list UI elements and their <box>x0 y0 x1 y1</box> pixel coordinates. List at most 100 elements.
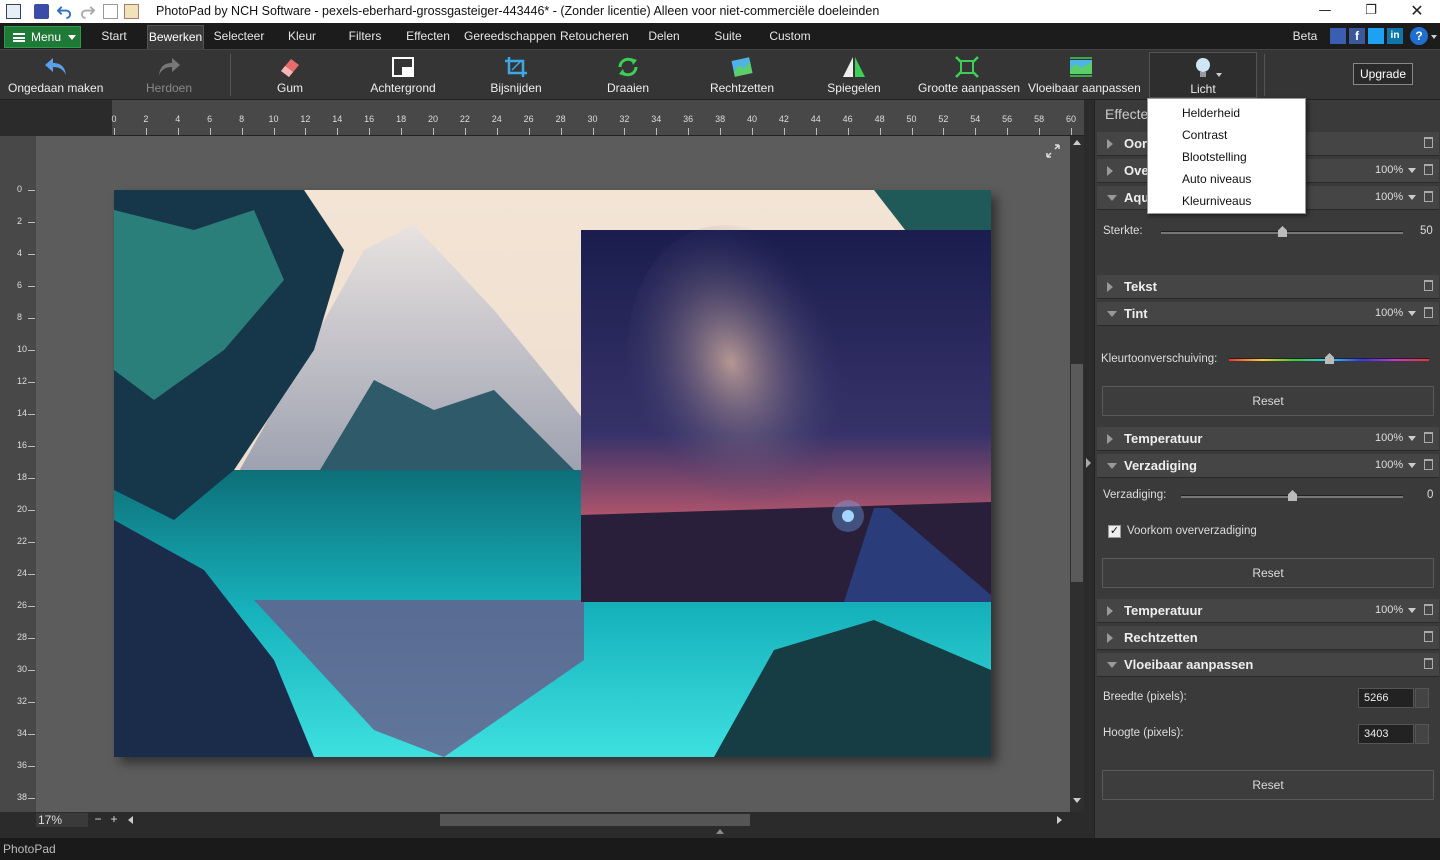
width-stepper[interactable] <box>1415 688 1429 708</box>
section-verzadiging[interactable]: Verzadiging 100% <box>1097 454 1439 478</box>
canvas-area[interactable] <box>36 136 1070 812</box>
trash-icon[interactable] <box>1424 631 1433 642</box>
toolbar-separator <box>1264 54 1265 96</box>
vertical-scroll-thumb[interactable] <box>1071 364 1083 582</box>
zoom-level[interactable]: 17% <box>36 813 88 827</box>
section-temperatuur[interactable]: Temperatuur 100% <box>1097 427 1439 451</box>
main-menu-button[interactable]: Menu <box>4 26 81 48</box>
tab-bewerken[interactable]: Bewerken <box>147 25 204 49</box>
opacity-dropdown[interactable]: 100% <box>1375 307 1417 319</box>
photo-mountain-lake[interactable] <box>114 190 991 757</box>
section-rechtzetten[interactable]: Rechtzetten <box>1097 626 1439 650</box>
menu-item-auto-niveaus[interactable]: Auto niveaus <box>1182 172 1251 186</box>
twitter-icon[interactable] <box>1368 28 1384 44</box>
strength-slider[interactable] <box>1161 226 1403 237</box>
mirror-button[interactable]: Spiegelen <box>822 52 886 98</box>
tab-selecteer[interactable]: Selecteer <box>209 25 269 49</box>
opacity-dropdown[interactable]: 100% <box>1375 432 1417 444</box>
slider-thumb[interactable] <box>1288 490 1297 501</box>
scroll-up-icon[interactable] <box>1073 140 1081 145</box>
opacity-dropdown[interactable]: 100% <box>1375 459 1417 471</box>
new-file-icon[interactable] <box>103 4 118 19</box>
facebook-icon[interactable]: f <box>1349 28 1365 44</box>
redo-quick-icon[interactable] <box>80 4 95 19</box>
thumbs-up-icon[interactable] <box>1330 28 1346 44</box>
background-button[interactable]: Achtergrond <box>362 52 444 98</box>
prevent-oversaturation-checkbox[interactable]: ✓ <box>1108 525 1121 538</box>
opacity-dropdown[interactable]: 100% <box>1375 604 1417 616</box>
tab-kleur[interactable]: Kleur <box>280 25 324 49</box>
hue-shift-slider[interactable] <box>1229 353 1429 364</box>
fullscreen-icon[interactable] <box>1046 144 1060 158</box>
vertical-scrollbar[interactable] <box>1070 136 1084 812</box>
zoom-in-icon[interactable]: + <box>108 813 120 827</box>
menu-item-kleurniveaus[interactable]: Kleurniveaus <box>1182 194 1251 208</box>
save-icon[interactable] <box>34 4 49 19</box>
zoom-out-icon[interactable]: − <box>92 813 104 827</box>
crop-button[interactable]: Bijsnijden <box>484 52 548 98</box>
scroll-right-icon[interactable] <box>1057 816 1062 824</box>
horizontal-scroll-thumb[interactable] <box>440 814 750 826</box>
linkedin-icon[interactable]: in <box>1387 28 1403 44</box>
width-input[interactable]: 5266 <box>1358 688 1414 708</box>
menu-item-contrast[interactable]: Contrast <box>1182 128 1227 142</box>
section-tekst[interactable]: Tekst <box>1097 275 1439 299</box>
scroll-down-icon[interactable] <box>1073 798 1081 803</box>
rotate-button[interactable]: Draaien <box>598 52 658 98</box>
trash-icon[interactable] <box>1424 307 1433 318</box>
tab-delen[interactable]: Delen <box>642 25 686 49</box>
tab-gereedschappen[interactable]: Gereedschappen <box>464 25 556 49</box>
close-button[interactable]: ✕ <box>1394 0 1440 23</box>
section-temperatuur-2[interactable]: Temperatuur 100% <box>1097 599 1439 623</box>
trash-icon[interactable] <box>1424 191 1433 202</box>
trash-icon[interactable] <box>1424 137 1433 148</box>
panel-toggle-icon[interactable] <box>1086 458 1091 468</box>
eraser-button[interactable]: Gum <box>260 52 320 98</box>
opacity-dropdown[interactable]: 100% <box>1375 164 1417 176</box>
menu-item-blootstelling[interactable]: Blootstelling <box>1182 150 1247 164</box>
opacity-dropdown[interactable]: 100% <box>1375 191 1417 203</box>
maximize-button[interactable]: ❐ <box>1348 0 1394 23</box>
saturation-slider[interactable] <box>1181 490 1403 501</box>
section-vloeibaar-aanpassen[interactable]: Vloeibaar aanpassen <box>1097 653 1439 677</box>
tab-effecten[interactable]: Effecten <box>401 25 455 49</box>
liquid-resize-reset-button[interactable]: Reset <box>1102 770 1434 800</box>
redo-button[interactable]: Herdoen <box>135 52 203 98</box>
height-stepper[interactable] <box>1415 724 1429 744</box>
undo-quick-icon[interactable] <box>57 4 72 19</box>
height-input[interactable]: 3403 <box>1358 724 1414 744</box>
liquid-resize-button[interactable]: Vloeibaar aanpassen <box>1028 52 1141 98</box>
help-icon[interactable]: ? <box>1410 27 1428 45</box>
saturation-reset-button[interactable]: Reset <box>1102 558 1434 588</box>
trash-icon[interactable] <box>1424 280 1433 291</box>
tab-start[interactable]: Start <box>92 25 136 49</box>
trash-icon[interactable] <box>1424 604 1433 615</box>
menu-item-helderheid[interactable]: Helderheid <box>1182 106 1240 120</box>
trash-icon[interactable] <box>1424 459 1433 470</box>
tab-retoucheren[interactable]: Retoucheren <box>560 25 629 49</box>
straighten-button[interactable]: Rechtzetten <box>706 52 778 98</box>
tab-suite[interactable]: Suite <box>706 25 750 49</box>
ruler-tick: 46 <box>842 114 853 124</box>
light-button[interactable]: Licht <box>1149 52 1257 98</box>
scroll-left-icon[interactable] <box>128 816 133 824</box>
ruler-tick-mark <box>28 382 35 383</box>
undo-button[interactable]: Ongedaan maken <box>8 52 103 98</box>
trash-icon[interactable] <box>1424 164 1433 175</box>
paste-icon[interactable] <box>124 4 139 19</box>
slider-thumb[interactable] <box>1278 226 1287 237</box>
tab-filters[interactable]: Filters <box>340 25 390 49</box>
minimize-button[interactable]: — <box>1302 0 1348 23</box>
tint-reset-button[interactable]: Reset <box>1102 386 1434 416</box>
resize-button[interactable]: Grootte aanpassen <box>918 52 1020 98</box>
trash-icon[interactable] <box>1424 432 1433 443</box>
section-tint[interactable]: Tint 100% <box>1097 302 1439 326</box>
lightbulb-icon <box>1196 58 1210 77</box>
help-dropdown-icon[interactable] <box>1431 35 1437 39</box>
expand-bottom-icon[interactable] <box>716 829 724 834</box>
ruler-tick: 36 <box>683 114 694 124</box>
trash-icon[interactable] <box>1424 658 1433 669</box>
upgrade-button[interactable]: Upgrade <box>1353 63 1413 85</box>
slider-thumb[interactable] <box>1325 353 1334 364</box>
tab-custom[interactable]: Custom <box>765 25 815 49</box>
